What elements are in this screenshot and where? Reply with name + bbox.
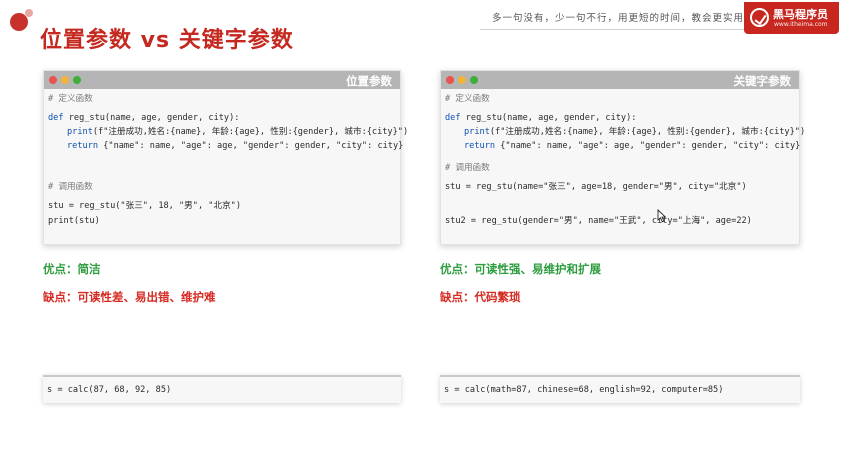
code-text: (f"注册成功,姓名:{name}, 年龄:{age}, 性别:{gender}… (489, 127, 806, 137)
left-calc-code: s = calc(87, 68, 92, 85) (47, 385, 172, 395)
right-calc-box: s = calc(math=87, chinese=68, english=92… (440, 375, 800, 403)
code-def-line: def reg_stu(name, age, gender, city): (445, 113, 636, 124)
keyword-return: return (464, 141, 496, 151)
keyword-print: print (67, 127, 93, 137)
code-def-line: def reg_stu(name, age, gender, city): (48, 113, 239, 124)
window-minimize-dot (458, 76, 466, 84)
left-pro-text: 优点：简洁 (43, 262, 101, 276)
code-comment: # 定义函数 (48, 94, 93, 104)
window-titlebar: 位置参数 (44, 71, 400, 89)
window-close-dot (446, 76, 454, 84)
window-close-dot (49, 76, 57, 84)
code-call-line-2: stu2 = reg_stu(gender="男", name="王武", ci… (445, 216, 752, 226)
right-pro-text: 优点：可读性强、易维护和扩展 (440, 262, 601, 276)
code-print-line: print(f"注册成功,姓名:{name}, 年龄:{age}, 性别:{ge… (464, 127, 805, 138)
right-con-text: 缺点：代码繁琐 (440, 290, 521, 304)
code-print-line: print(f"注册成功,姓名:{name}, 年龄:{age}, 性别:{ge… (67, 127, 408, 138)
slogan: 多一句没有，少一句不行，用更短的时间，教会更实用的技术 (492, 13, 776, 24)
logo-text: 黑马程序员 (773, 8, 828, 21)
window-title: 关键字参数 (733, 74, 792, 88)
code-return-line: return {"name": name, "age": age, "gende… (464, 141, 800, 152)
left-code-window: 位置参数 # 定义函数 def reg_stu(name, age, gende… (43, 70, 408, 245)
left-con-text: 缺点：可读性差、易出错、维护难 (43, 290, 216, 304)
code-call-line: stu = reg_stu("张三", 18, "男", "北京") (48, 201, 242, 211)
left-calc-box: s = calc(87, 68, 92, 85) (43, 375, 401, 403)
logo-url: www.itheima.com (774, 21, 828, 28)
code-comment: # 调用函数 (48, 182, 93, 192)
code-call-line: stu = reg_stu(name="张三", age=18, gender=… (445, 182, 747, 192)
code-return-line: return {"name": name, "age": age, "gende… (67, 141, 403, 152)
window-maximize-dot (470, 76, 478, 84)
brand-logo: 黑马程序员 www.itheima.com (744, 2, 839, 34)
code-text: (f"注册成功,姓名:{name}, 年龄:{age}, 性别:{gender}… (92, 127, 409, 137)
keyword-def: def (48, 113, 64, 123)
slide-title: 位置参数 vs 关键字参数 (40, 28, 294, 53)
code-print-stu: print(stu) (48, 216, 100, 226)
code-comment: # 调用函数 (445, 163, 490, 173)
right-calc-code: s = calc(math=87, chinese=68, english=92… (444, 385, 724, 395)
window-minimize-dot (61, 76, 69, 84)
corner-decoration-dot-small (25, 9, 33, 17)
window-title: 位置参数 (346, 74, 392, 88)
code-comment: # 定义函数 (445, 94, 490, 104)
keyword-def: def (445, 113, 461, 123)
keyword-print: print (464, 127, 490, 137)
keyword-return: return (67, 141, 99, 151)
mouse-cursor-icon (657, 209, 667, 223)
window-titlebar: 关键字参数 (441, 71, 799, 89)
code-text: {"name": name, "age": age, "gender": gen… (500, 141, 801, 151)
code-text: reg_stu(name, age, gender, city): (68, 113, 240, 123)
logo-icon (750, 8, 769, 27)
right-code-window: 关键字参数 # 定义函数 def reg_stu(name, age, gend… (440, 70, 805, 245)
window-maximize-dot (73, 76, 81, 84)
slogan-divider (480, 29, 750, 30)
code-text: {"name": name, "age": age, "gender": gen… (103, 141, 404, 151)
code-text: reg_stu(name, age, gender, city): (465, 113, 637, 123)
